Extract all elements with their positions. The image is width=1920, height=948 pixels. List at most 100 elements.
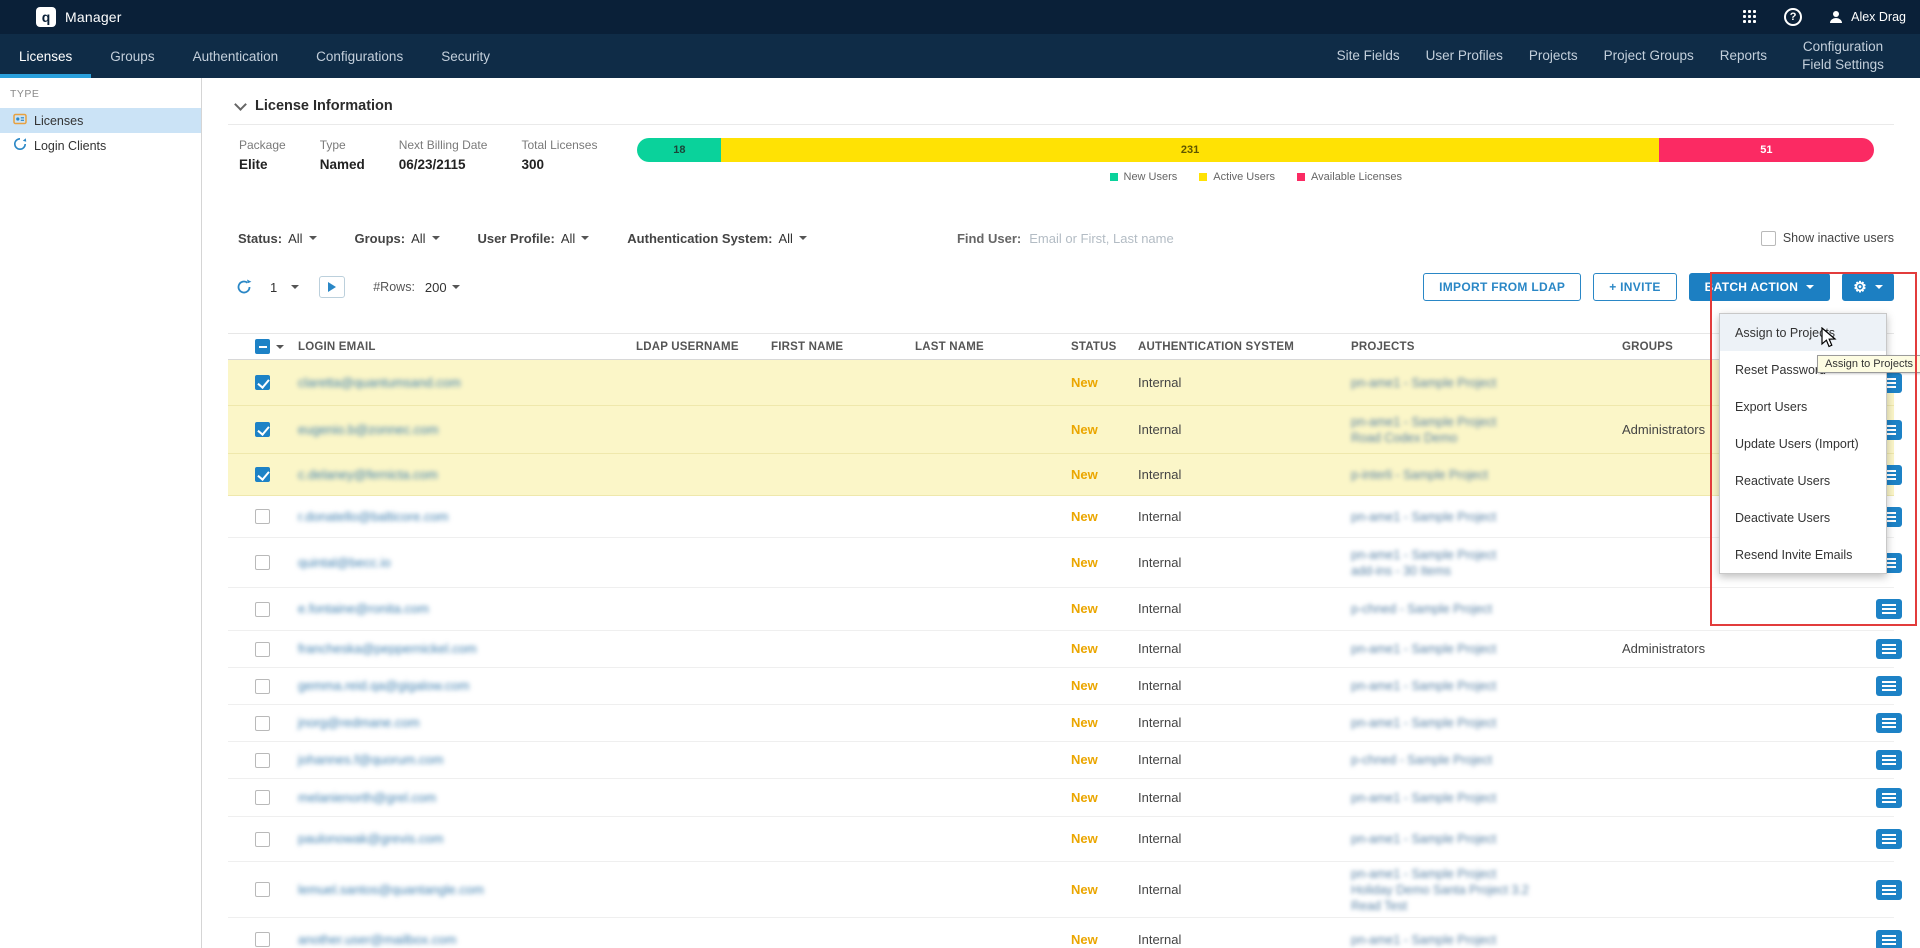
apps-grid-icon[interactable] (1743, 10, 1758, 25)
project-link[interactable]: Road Codex Demo (1351, 430, 1622, 446)
project-link[interactable]: pn-ame1 - Sample Project (1351, 414, 1622, 430)
user-menu[interactable]: Alex Drag (1828, 9, 1906, 25)
row-checkbox[interactable] (255, 882, 270, 897)
login-email-link[interactable]: lemuel.santos@quantangle.com (298, 882, 484, 897)
filter-status[interactable]: Status:All (238, 231, 317, 246)
row-actions-button[interactable] (1876, 676, 1902, 696)
row-actions-button[interactable] (1876, 788, 1902, 808)
row-checkbox[interactable] (255, 790, 270, 805)
project-link[interactable]: p-chned - Sample Project (1351, 752, 1622, 768)
login-email-link[interactable]: jnorg@redmane.com (298, 715, 420, 730)
filter-groups[interactable]: Groups:All (355, 231, 440, 246)
row-checkbox[interactable] (255, 832, 270, 847)
row-checkbox[interactable] (255, 753, 270, 768)
column-header-login-email[interactable]: LOGIN EMAIL (298, 341, 636, 353)
project-link[interactable]: pn-ame1 - Sample Project (1351, 866, 1622, 882)
project-link[interactable]: pn-ame1 - Sample Project (1351, 678, 1622, 694)
menu-item-export-users[interactable]: Export Users (1720, 388, 1886, 425)
menu-item-assign-to-projects[interactable]: Assign to Projects (1720, 314, 1886, 351)
row-actions-button[interactable] (1876, 750, 1902, 770)
project-link[interactable]: pn-ame1 - Sample Project (1351, 790, 1622, 806)
rows-per-page-select[interactable]: 200 (425, 280, 460, 295)
show-inactive-checkbox[interactable] (1761, 231, 1776, 246)
find-user-input[interactable] (1029, 231, 1189, 246)
column-header-ldap-username[interactable]: LDAP USERNAME (636, 341, 771, 353)
nav-tab-groups[interactable]: Groups (91, 34, 173, 78)
nav-tab-configuration-field-settings[interactable]: Configuration Field Settings (1780, 34, 1906, 78)
nav-tab-reports[interactable]: Reports (1707, 34, 1780, 78)
project-link[interactable]: pn-ame1 - Sample Project (1351, 831, 1622, 847)
login-email-link[interactable]: paulonowak@grevis.com (298, 831, 443, 846)
row-actions-button[interactable] (1876, 599, 1902, 619)
project-link[interactable]: Holiday Demo Santa Project 3.2 (1351, 882, 1622, 898)
sidebar-item-login-clients[interactable]: Login Clients (0, 133, 201, 158)
login-email-link[interactable]: eugenio.b@zonnec.com (298, 422, 438, 437)
row-checkbox[interactable] (255, 716, 270, 731)
nav-tab-projects[interactable]: Projects (1516, 34, 1591, 78)
project-link[interactable]: p-interli - Sample Project (1351, 467, 1622, 483)
page-dropdown-caret[interactable] (291, 285, 299, 293)
row-checkbox[interactable] (255, 932, 270, 947)
login-email-link[interactable]: claretta@quantumsand.com (298, 375, 461, 390)
column-header-projects[interactable]: PROJECTS (1351, 341, 1622, 353)
row-checkbox[interactable] (255, 467, 270, 482)
project-link[interactable]: pn-ame1 - Sample Project (1351, 932, 1622, 948)
select-all-checkbox[interactable] (255, 339, 270, 354)
nav-tab-user-profiles[interactable]: User Profiles (1413, 34, 1516, 78)
menu-item-deactivate-users[interactable]: Deactivate Users (1720, 499, 1886, 536)
settings-gear-button[interactable]: ⚙ (1842, 273, 1894, 301)
project-link[interactable]: pn-ame1 - Sample Project (1351, 375, 1622, 391)
show-inactive-toggle[interactable]: Show inactive users (1761, 231, 1894, 246)
nav-tab-configurations[interactable]: Configurations (297, 34, 422, 78)
row-actions-button[interactable] (1876, 639, 1902, 659)
menu-item-reactivate-users[interactable]: Reactivate Users (1720, 462, 1886, 499)
login-email-link[interactable]: melanienorth@grel.com (298, 790, 436, 805)
row-checkbox[interactable] (255, 555, 270, 570)
row-checkbox[interactable] (255, 375, 270, 390)
project-link[interactable]: p-chned - Sample Project (1351, 601, 1622, 617)
login-email-link[interactable]: another.user@mailbox.com (298, 932, 456, 947)
menu-item-resend-invite-emails[interactable]: Resend Invite Emails (1720, 536, 1886, 573)
column-header-first-name[interactable]: FIRST NAME (771, 341, 915, 353)
project-link[interactable]: pn-ame1 - Sample Project (1351, 547, 1622, 563)
row-checkbox[interactable] (255, 679, 270, 694)
sidebar-item-licenses[interactable]: Licenses (0, 108, 201, 133)
login-email-link[interactable]: quintal@becc.io (298, 555, 391, 570)
menu-item-update-users-import[interactable]: Update Users (Import) (1720, 425, 1886, 462)
help-icon[interactable]: ? (1784, 8, 1802, 26)
nav-tab-licenses[interactable]: Licenses (0, 34, 91, 78)
select-all-caret-icon[interactable] (276, 345, 284, 353)
login-email-link[interactable]: francheska@peppernickel.com (298, 641, 477, 656)
row-actions-button[interactable] (1876, 829, 1902, 849)
row-actions-button[interactable] (1876, 930, 1902, 948)
row-checkbox[interactable] (255, 509, 270, 524)
project-link[interactable]: add-ins - 30 Items (1351, 563, 1622, 579)
license-info-header[interactable]: License Information (228, 94, 1894, 125)
row-checkbox[interactable] (255, 422, 270, 437)
import-from-ldap-button[interactable]: IMPORT FROM LDAP (1423, 273, 1581, 301)
nav-tab-project-groups[interactable]: Project Groups (1591, 34, 1707, 78)
batch-action-button[interactable]: BATCH ACTION (1689, 273, 1831, 301)
invite-button[interactable]: + INVITE (1593, 273, 1676, 301)
project-link[interactable]: pn-ame1 - Sample Project (1351, 509, 1622, 525)
login-email-link[interactable]: e.fontaine@ronita.com (298, 601, 429, 616)
refresh-icon[interactable] (236, 279, 252, 295)
row-actions-button[interactable] (1876, 713, 1902, 733)
project-link[interactable]: pn-ame1 - Sample Project (1351, 641, 1622, 657)
column-header-authentication-system[interactable]: AUTHENTICATION SYSTEM (1138, 341, 1351, 353)
login-email-link[interactable]: c.delaney@fernicta.com (298, 467, 438, 482)
row-actions-button[interactable] (1876, 880, 1902, 900)
column-header-last-name[interactable]: LAST NAME (915, 341, 1071, 353)
column-header-status[interactable]: STATUS (1071, 341, 1138, 353)
login-email-link[interactable]: gemma.reid.qa@gigalow.com (298, 678, 469, 693)
project-link[interactable]: Read Test (1351, 898, 1622, 914)
page-number[interactable]: 1 (270, 280, 277, 295)
login-email-link[interactable]: r.donatello@balticore.com (298, 509, 449, 524)
filter-authentication-system[interactable]: Authentication System:All (627, 231, 807, 246)
nav-tab-security[interactable]: Security (422, 34, 509, 78)
nav-tab-site-fields[interactable]: Site Fields (1324, 34, 1413, 78)
next-page-button[interactable] (319, 276, 345, 298)
login-email-link[interactable]: johannes.f@quorum.com (298, 752, 443, 767)
filter-user-profile[interactable]: User Profile:All (478, 231, 590, 246)
row-checkbox[interactable] (255, 642, 270, 657)
